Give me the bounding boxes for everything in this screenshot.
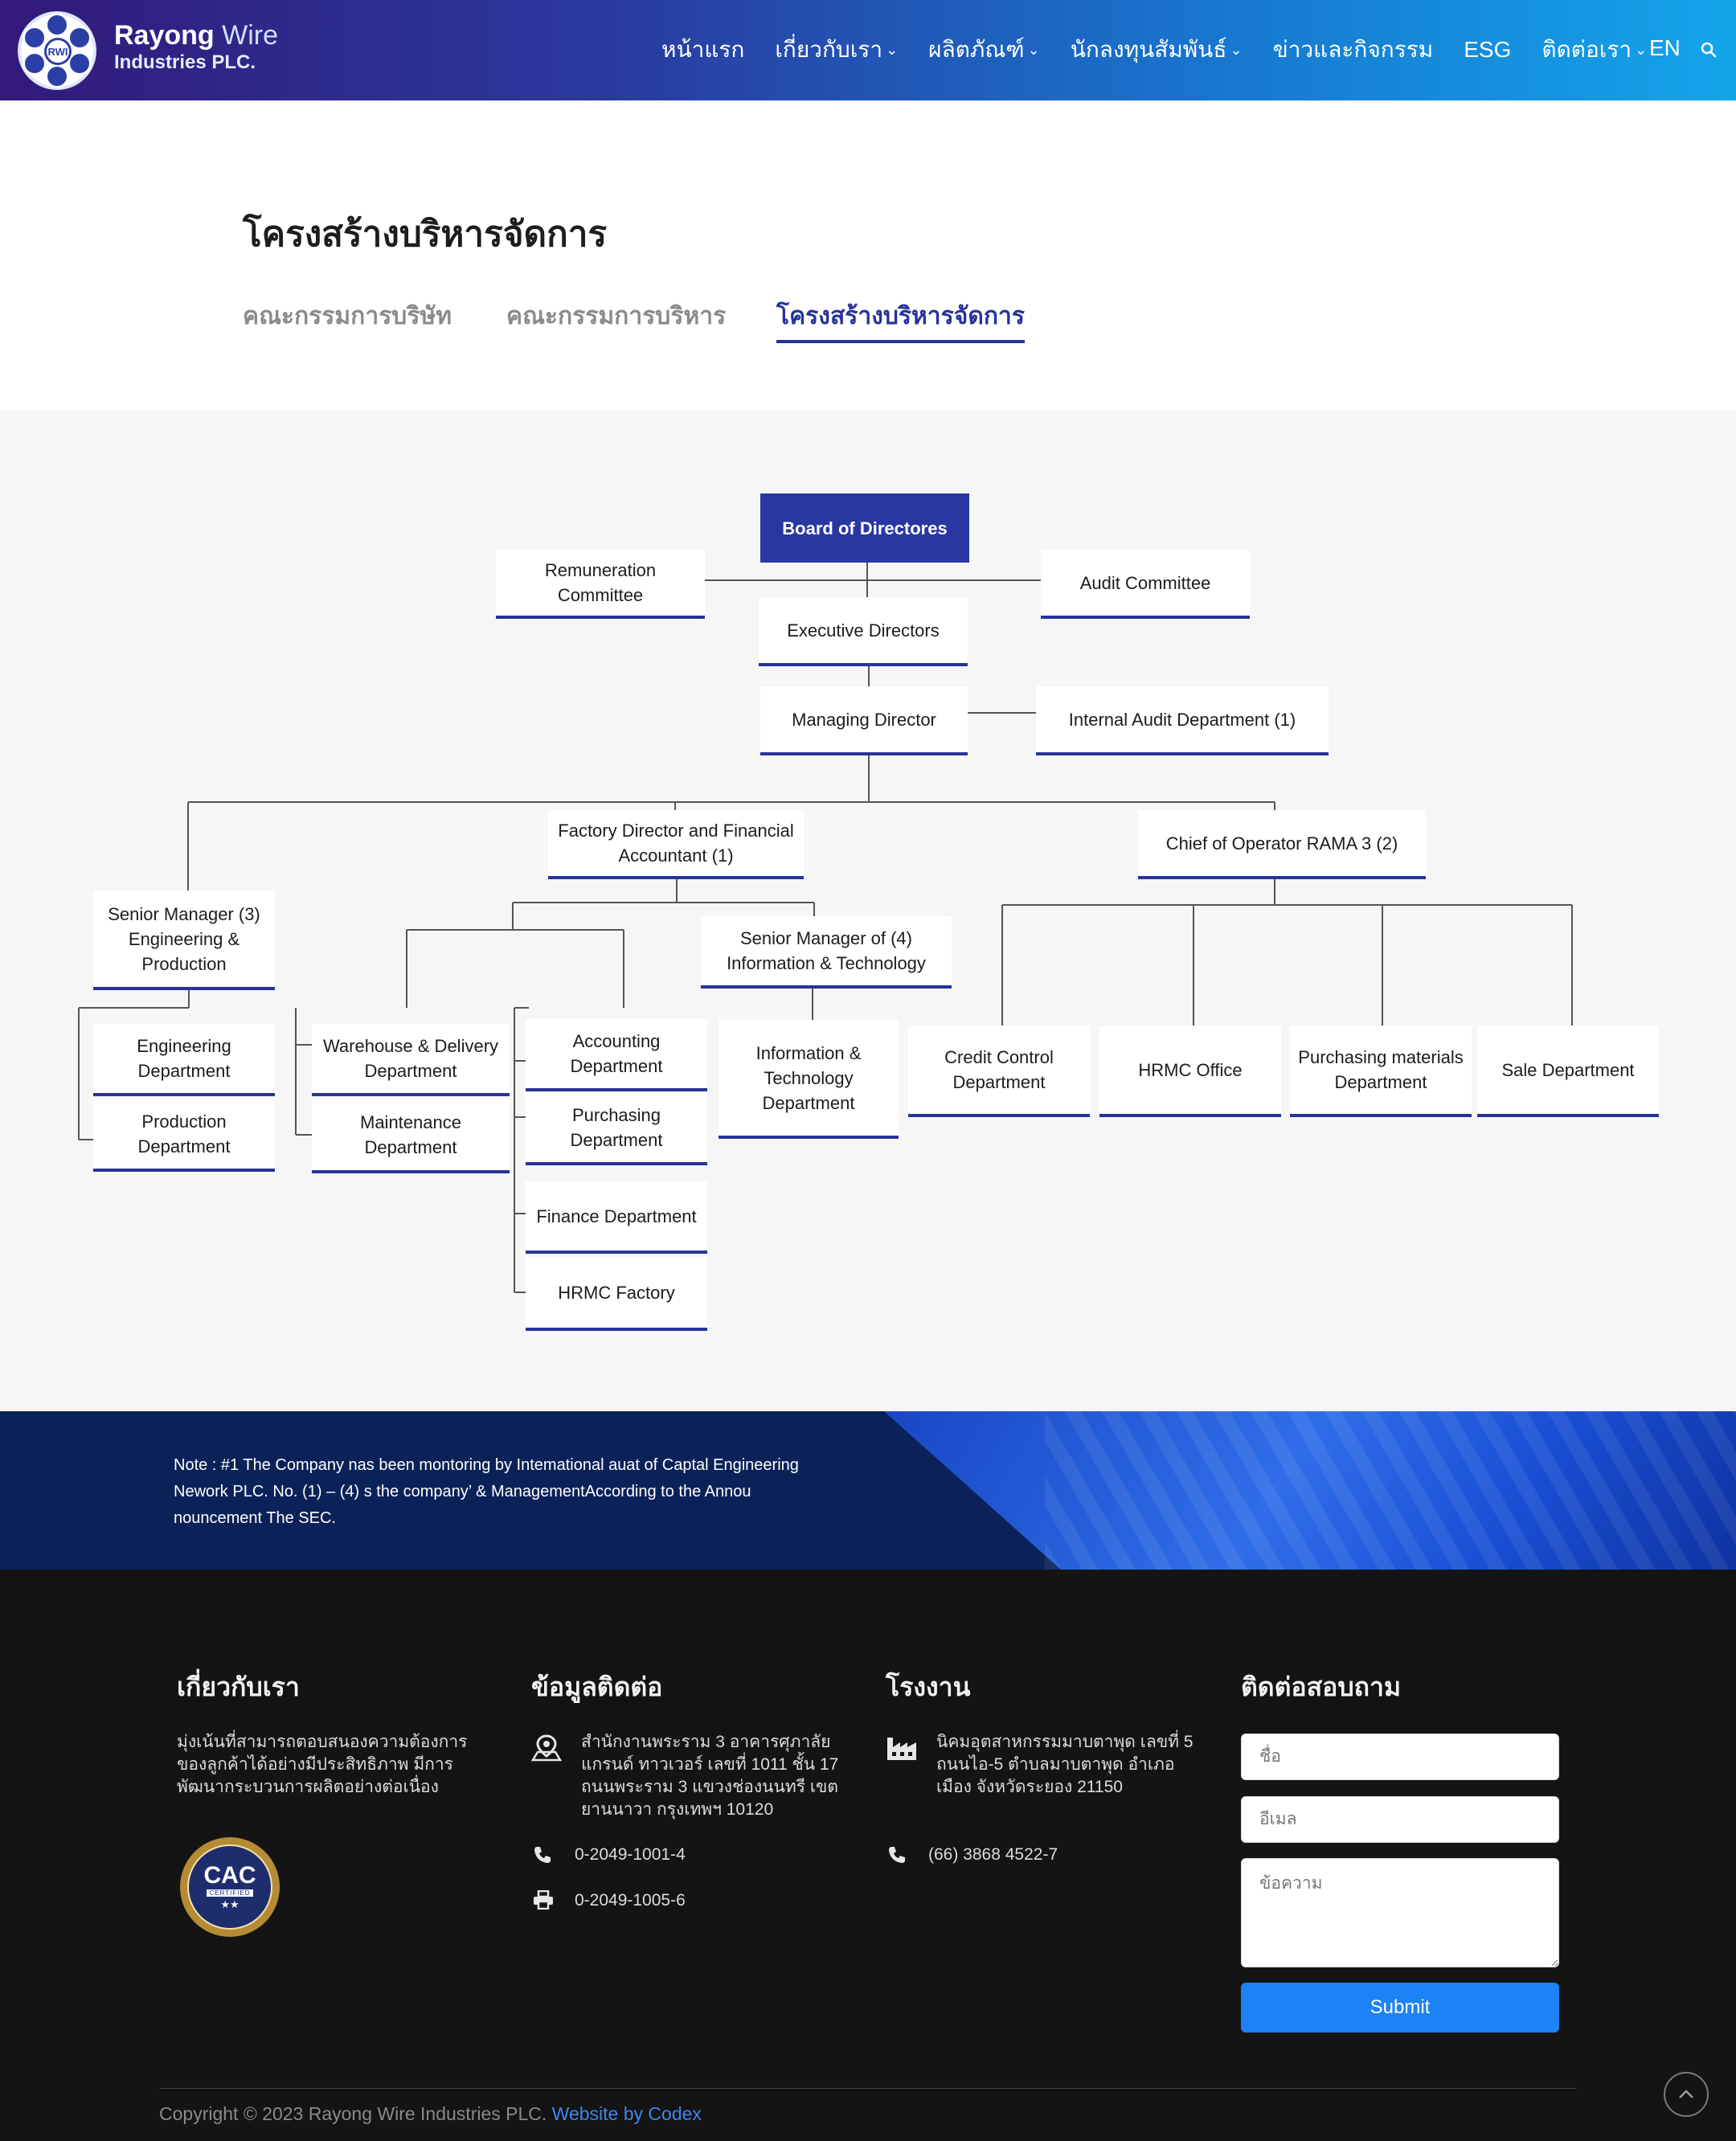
org-node-managing-director: Managing Director (760, 686, 968, 755)
footer-contact-heading: ข้อมูลติดต่อ (531, 1672, 663, 1701)
nav-label: เกี่ยวกับเรา (775, 37, 883, 62)
org-node-senior-manager-it: Senior Manager of (4) Information & Tech… (701, 916, 952, 989)
company-logo-icon[interactable]: RWI (18, 11, 96, 90)
factory-icon (887, 1738, 916, 1760)
org-node-hrmc-factory: HRMC Factory (526, 1257, 707, 1331)
map-pin-icon (531, 1734, 562, 1762)
nav-label: ESG (1464, 37, 1512, 62)
org-node-production-department: Production Department (93, 1099, 275, 1172)
nav-item-investor-relations[interactable]: นักลงทุนสัมพันธ์ ⌄ (1071, 32, 1243, 68)
phone-icon (534, 1847, 551, 1863)
footer-office-fax[interactable]: 0-2049-1005-6 (575, 1889, 686, 1912)
nav-item-home[interactable]: หน้าแรก (661, 32, 744, 68)
phone-icon (889, 1847, 905, 1863)
nav-label: ผลิตภัณฑ์ (928, 37, 1025, 62)
org-node-hrmc-office: HRMC Office (1099, 1025, 1281, 1117)
cac-badge-title: CAC (203, 1861, 256, 1889)
back-to-top-button[interactable] (1664, 2072, 1709, 2117)
copyright-text: Copyright © 2023 Rayong Wire Industries … (159, 2103, 702, 2125)
logo-badge-text: RWI (44, 38, 72, 65)
nav-label: ติดต่อเรา (1542, 37, 1632, 62)
tab-management-structure[interactable]: โครงสร้างบริหารจัดการ (776, 297, 1025, 343)
nav-label: หน้าแรก (661, 37, 745, 62)
org-node-accounting-department: Accounting Department (526, 1019, 707, 1091)
site-header: RWI Rayong Wire Industries PLC. หน้าแรก … (0, 0, 1736, 100)
footer-divider (159, 2088, 1577, 2089)
org-node-factory-director: Factory Director and Financial Accountan… (548, 810, 804, 879)
org-node-maintenance-department: Maintenance Department (312, 1099, 510, 1173)
email-input[interactable] (1241, 1796, 1559, 1843)
footer-factory-heading: โรงงาน (886, 1672, 971, 1701)
org-node-warehouse-department: Warehouse & Delivery Department (312, 1024, 510, 1096)
footer-inquiry-heading: ติดต่อสอบถาม (1241, 1672, 1402, 1701)
cac-badge-subtitle: CERTIFIED (207, 1889, 253, 1897)
footer-factory-phone[interactable]: (66) 3868 4522-7 (928, 1844, 1058, 1866)
management-note: Note : #1 The Company nas been montoring… (174, 1456, 799, 1527)
org-node-purchasing-materials: Purchasing materials Department (1290, 1025, 1472, 1117)
chevron-down-icon: ⌄ (1635, 41, 1648, 58)
org-node-engineering-department: Engineering Department (93, 1024, 275, 1096)
fax-printer-icon (534, 1890, 553, 1910)
chevron-down-icon: ⌄ (1027, 41, 1040, 58)
brand-name-first: Rayong (114, 20, 215, 51)
page-title: โครงสร้างบริหารจัดการ (243, 215, 608, 254)
nav-label: ข่าวและกิจกรรม (1272, 37, 1434, 62)
name-input[interactable] (1241, 1734, 1559, 1780)
org-node-purchasing-department: Purchasing Department (526, 1093, 707, 1165)
org-node-senior-manager-engineering: Senior Manager (3) Engineering & Product… (93, 890, 275, 990)
chevron-down-icon: ⌄ (1230, 41, 1243, 58)
brand-subtitle: Industries PLC. (114, 51, 256, 73)
org-node-chief-operator: Chief of Operator RAMA 3 (2) (1138, 810, 1426, 879)
footer-factory-address: นิคมอุตสาหกรรมมาบตาพุด เลขที่ 5 ถนนไอ-5 … (936, 1733, 1194, 1796)
brand-name[interactable]: Rayong Wire (114, 19, 278, 51)
org-node-audit-committee: Audit Committee (1041, 550, 1250, 619)
org-node-credit-control: Credit Control Department (908, 1025, 1090, 1117)
cac-badge-stars: ★★ (220, 1897, 240, 1910)
footer-about-text: มุ่งเน้นที่สามารถตอบสนองความต้องการของลู… (177, 1733, 468, 1796)
language-switch[interactable]: EN (1649, 35, 1681, 61)
cac-certified-badge: CAC CERTIFIED ★★ (180, 1837, 280, 1937)
footer-office-phone[interactable]: 0-2049-1001-4 (575, 1844, 686, 1866)
footer-about-heading: เกี่ยวกับเรา (177, 1672, 300, 1701)
org-node-it-department: Information & Technology Department (719, 1020, 899, 1139)
nav-item-esg[interactable]: ESG (1464, 32, 1511, 68)
chevron-up-icon (1679, 2090, 1693, 2098)
tab-board-of-directors[interactable]: คณะกรรมการบริษัท (243, 297, 452, 335)
org-chart: Board of Directores Remuneration Committ… (0, 410, 1736, 1411)
submit-button[interactable]: Submit (1241, 1983, 1559, 2033)
search-icon[interactable] (1701, 42, 1717, 58)
org-node-remuneration-committee: Remuneration Committee (496, 550, 705, 619)
footer-office-address: สำนักงานพระราม 3 อาคารศุภาลัย แกรนด์ ทาว… (581, 1733, 839, 1819)
nav-item-about[interactable]: เกี่ยวกับเรา ⌄ (775, 32, 898, 68)
org-node-sale-department: Sale Department (1477, 1025, 1659, 1117)
org-node-finance-department: Finance Department (526, 1181, 707, 1254)
org-node-board-of-directors: Board of Directores (760, 493, 969, 563)
org-node-executive-directors: Executive Directors (759, 597, 968, 666)
brand-name-second: Wire (222, 20, 279, 51)
main-nav: หน้าแรก เกี่ยวกับเรา ⌄ ผลิตภัณฑ์ ⌄ นักลง… (661, 32, 1677, 68)
copyright-label: Copyright © 2023 Rayong Wire Industries … (159, 2103, 547, 2124)
codex-credit-link[interactable]: Website by Codex (552, 2103, 702, 2124)
tab-executive-committee[interactable]: คณะกรรมการบริหาร (506, 297, 726, 335)
org-node-internal-audit: Internal Audit Department (1) (1036, 686, 1329, 755)
nav-label: นักลงทุนสัมพันธ์ (1070, 37, 1227, 62)
banner-decoration-stripes (1045, 1411, 1736, 1570)
message-input[interactable] (1241, 1858, 1559, 1967)
nav-item-contact[interactable]: ติดต่อเรา ⌄ (1542, 32, 1647, 68)
nav-item-products[interactable]: ผลิตภัณฑ์ ⌄ (928, 32, 1040, 68)
chevron-down-icon: ⌄ (886, 41, 899, 58)
nav-item-news[interactable]: ข่าวและกิจกรรม (1273, 32, 1434, 68)
